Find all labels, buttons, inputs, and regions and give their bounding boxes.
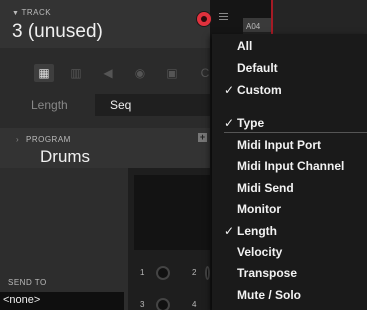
menu-item-default[interactable]: Default bbox=[237, 61, 278, 75]
knob-number-1: 1 bbox=[140, 268, 145, 277]
send-to-value: <none> bbox=[3, 294, 41, 306]
mixer-display bbox=[134, 175, 210, 250]
program-kicker: › PROGRAM bbox=[16, 135, 71, 144]
record-arm-button[interactable] bbox=[197, 12, 211, 26]
menu-icon[interactable] bbox=[219, 13, 228, 23]
menu-item-label: Mute / Solo bbox=[237, 288, 301, 302]
menu-item-label: Default bbox=[237, 61, 278, 75]
track-header[interactable]: ▼ TRACK 3 (unused) bbox=[0, 0, 210, 48]
length-row: Length Seq bbox=[0, 94, 210, 120]
menu-item-label: Velocity bbox=[237, 245, 283, 259]
menu-divider bbox=[224, 132, 367, 133]
menu-item-label: Midi Input Channel bbox=[237, 159, 345, 173]
check-icon: ✓ bbox=[224, 224, 235, 238]
length-label: Length bbox=[31, 98, 68, 112]
menu-item-label: Midi Send bbox=[237, 181, 294, 195]
menu-item-mute-solo[interactable]: Mute / Solo bbox=[237, 288, 301, 302]
check-icon: ✓ bbox=[224, 116, 235, 130]
track-kicker-label: TRACK bbox=[21, 8, 52, 17]
menu-item-label: Transpose bbox=[237, 266, 298, 280]
knob-number-2: 2 bbox=[192, 268, 197, 277]
menu-item-all[interactable]: All bbox=[237, 39, 252, 53]
chevron-down-icon: ▼ bbox=[12, 10, 20, 17]
program-name: Drums bbox=[40, 147, 91, 166]
menu-item-label: Monitor bbox=[237, 202, 281, 216]
send-to-label: SEND TO bbox=[8, 278, 47, 287]
length-value: Seq bbox=[110, 98, 132, 112]
send-knob-2[interactable] bbox=[205, 266, 210, 280]
track-tab-label: A04 bbox=[246, 22, 261, 31]
menu-item-transpose[interactable]: Transpose bbox=[237, 266, 297, 280]
program-kicker-label: PROGRAM bbox=[26, 135, 71, 144]
program-header[interactable]: › PROGRAM Drums + bbox=[0, 128, 210, 168]
menu-item-midi-input-channel[interactable]: Midi Input Channel bbox=[237, 159, 344, 173]
knob-number-3: 3 bbox=[140, 300, 145, 309]
track-kicker: ▼ TRACK bbox=[12, 8, 51, 17]
chevron-right-icon: › bbox=[16, 135, 20, 144]
send-knob-1[interactable] bbox=[156, 266, 170, 280]
menu-item-midi-send[interactable]: Midi Send bbox=[237, 181, 294, 195]
track-name: 3 (unused) bbox=[12, 21, 103, 42]
menu-item-midi-input-port[interactable]: Midi Input Port bbox=[237, 138, 321, 152]
grid-icon[interactable]: ▦ bbox=[34, 64, 54, 82]
track-type-strip: ▦ ▥ ◀ ◉ ▣ C bbox=[0, 56, 210, 92]
menu-item-monitor[interactable]: Monitor bbox=[237, 202, 281, 216]
add-program-button[interactable]: + bbox=[198, 133, 207, 142]
knob-number-4: 4 bbox=[192, 300, 197, 309]
menu-item-velocity[interactable]: Velocity bbox=[237, 245, 282, 259]
menu-item-length[interactable]: ✓ Length bbox=[224, 224, 277, 238]
clip-icon[interactable]: ▣ bbox=[162, 64, 182, 82]
playhead-line bbox=[271, 0, 273, 36]
menu-item-label: Custom bbox=[237, 83, 282, 97]
menu-item-type[interactable]: ✓ Type bbox=[224, 116, 265, 130]
track-panel: ▼ TRACK 3 (unused) ▦ ▥ ◀ ◉ ▣ C Length Seq… bbox=[0, 0, 210, 310]
send-to-field[interactable]: <none> bbox=[0, 292, 124, 310]
column-options-menu: All Default ✓ Custom ✓ Type Midi Input Por… bbox=[212, 34, 367, 310]
check-icon: ✓ bbox=[224, 83, 235, 97]
menu-item-label: Length bbox=[237, 224, 277, 238]
speaker-icon[interactable]: ◀ bbox=[98, 64, 118, 82]
menu-item-label: Type bbox=[237, 116, 265, 130]
send-knob-3[interactable] bbox=[156, 298, 170, 310]
menu-item-custom[interactable]: ✓ Custom bbox=[224, 83, 282, 97]
menu-item-label: Midi Input Port bbox=[237, 138, 321, 152]
menu-item-label: All bbox=[237, 39, 253, 53]
timeline-background bbox=[273, 0, 367, 36]
plugin-icon[interactable]: ◉ bbox=[130, 64, 150, 82]
keyboard-icon[interactable]: ▥ bbox=[66, 64, 86, 82]
